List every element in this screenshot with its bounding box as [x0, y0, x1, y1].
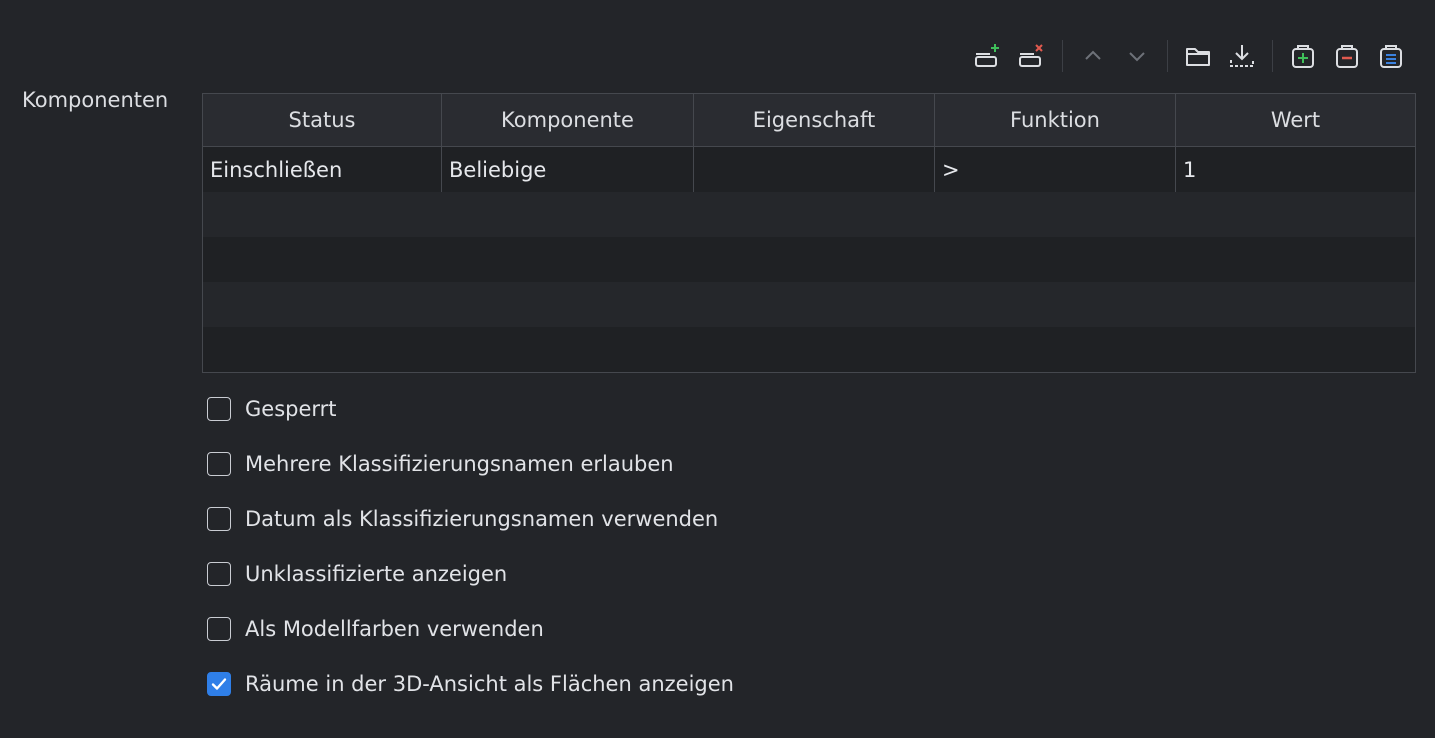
open-folder-button[interactable]	[1180, 38, 1216, 74]
add-clipboard-button[interactable]	[1285, 38, 1321, 74]
column-header-property[interactable]: Eigenschaft	[694, 94, 935, 146]
column-header-value[interactable]: Wert	[1176, 94, 1415, 146]
checkbox[interactable]	[207, 617, 231, 641]
components-label: Komponenten	[22, 88, 169, 112]
table-header: Status Komponente Eigenschaft Funktion W…	[203, 94, 1415, 147]
options-group: Gesperrt Mehrere Klassifizierungsnamen e…	[207, 392, 734, 722]
empty-table-row	[203, 192, 1415, 237]
table-toolbar	[966, 36, 1413, 76]
checkmark-icon	[211, 678, 227, 690]
add-row-button[interactable]	[970, 38, 1006, 74]
option-label: Als Modellfarben verwenden	[245, 617, 544, 641]
toolbar-separator	[1062, 40, 1063, 72]
column-header-component[interactable]: Komponente	[442, 94, 694, 146]
download-button[interactable]	[1224, 38, 1260, 74]
option-model-colors[interactable]: Als Modellfarben verwenden	[207, 612, 734, 646]
option-label: Gesperrt	[245, 397, 337, 421]
option-multiple-names[interactable]: Mehrere Klassifizierungsnamen erlauben	[207, 447, 734, 481]
checkbox[interactable]	[207, 397, 231, 421]
move-up-button[interactable]	[1075, 38, 1111, 74]
option-show-unclassified[interactable]: Unklassifizierte anzeigen	[207, 557, 734, 591]
download-icon	[1230, 45, 1254, 67]
toolbar-separator	[1272, 40, 1273, 72]
move-up-icon	[1085, 50, 1101, 60]
checkbox[interactable]	[207, 562, 231, 586]
cell-property[interactable]	[694, 147, 935, 192]
cell-status[interactable]: Einschließen	[203, 147, 442, 192]
option-label: Mehrere Klassifizierungsnamen erlauben	[245, 452, 674, 476]
open-folder-icon	[1186, 48, 1210, 66]
empty-table-row	[203, 237, 1415, 282]
empty-table-row	[203, 282, 1415, 327]
checkbox[interactable]	[207, 452, 231, 476]
add-row-icon	[975, 44, 999, 67]
remove-clipboard-button[interactable]	[1329, 38, 1365, 74]
column-header-function[interactable]: Funktion	[935, 94, 1176, 146]
add-clipboard-icon	[1292, 45, 1314, 68]
move-down-icon	[1129, 52, 1145, 62]
option-label: Datum als Klassifizierungsnamen verwende…	[245, 507, 719, 531]
column-header-status[interactable]: Status	[203, 94, 442, 146]
checkbox[interactable]	[207, 507, 231, 531]
option-date-as-name[interactable]: Datum als Klassifizierungsnamen verwende…	[207, 502, 734, 536]
empty-table-row	[203, 327, 1415, 372]
remove-clipboard-icon	[1336, 45, 1358, 68]
option-rooms-as-surfaces[interactable]: Räume in der 3D-Ansicht als Flächen anze…	[207, 667, 734, 701]
option-label: Unklassifizierte anzeigen	[245, 562, 508, 586]
remove-row-icon	[1019, 44, 1043, 67]
list-clipboard-button[interactable]	[1373, 38, 1409, 74]
cell-component[interactable]: Beliebige	[442, 147, 694, 192]
classification-panel: Komponenten Status Komponente Eigenschaf…	[0, 0, 1435, 738]
cell-value[interactable]: 1	[1176, 147, 1415, 192]
toolbar-separator	[1167, 40, 1168, 72]
checkbox-checked[interactable]	[207, 672, 231, 696]
option-label: Räume in der 3D-Ansicht als Flächen anze…	[245, 672, 734, 696]
option-locked[interactable]: Gesperrt	[207, 392, 734, 426]
cell-function[interactable]: >	[935, 147, 1176, 192]
list-clipboard-icon	[1380, 45, 1402, 68]
components-table: Status Komponente Eigenschaft Funktion W…	[202, 93, 1416, 373]
table-row[interactable]: Einschließen Beliebige > 1	[203, 147, 1415, 192]
move-down-button[interactable]	[1119, 38, 1155, 74]
remove-row-button[interactable]	[1014, 38, 1050, 74]
